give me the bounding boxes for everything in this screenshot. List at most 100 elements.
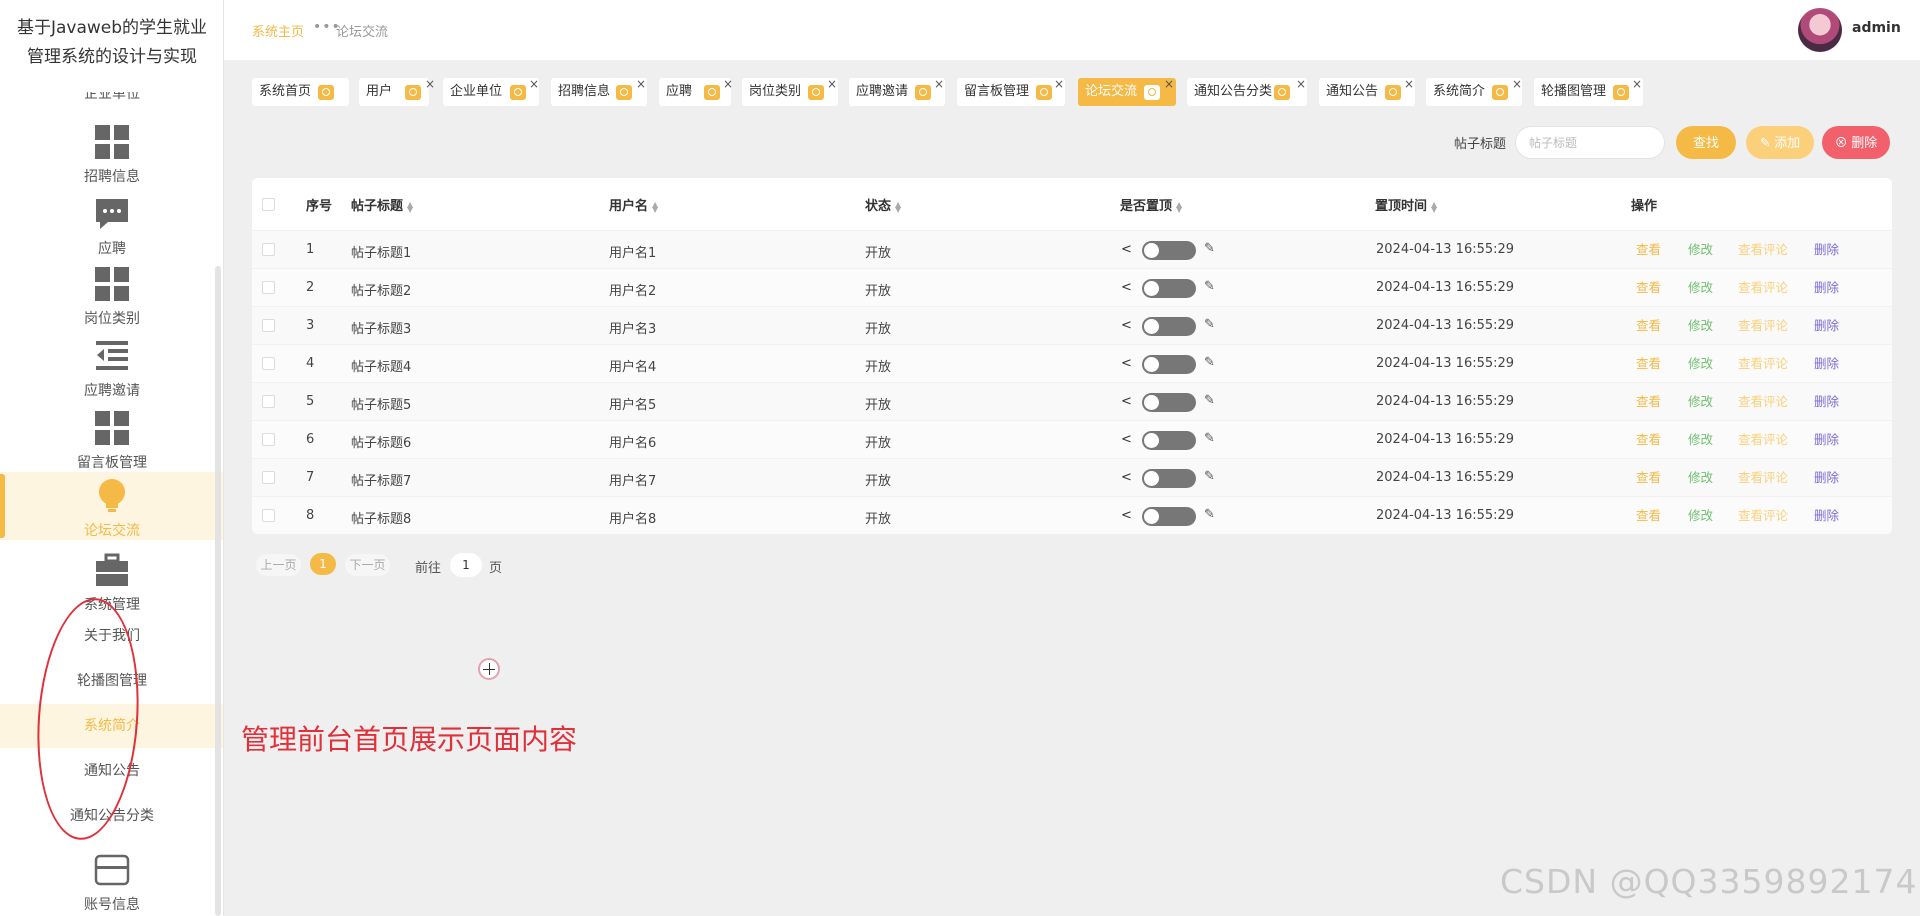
tab-close-icon[interactable]: × [934, 70, 944, 98]
tab-close-icon[interactable]: × [1512, 70, 1522, 98]
share-icon[interactable]: < [1121, 508, 1132, 523]
tab-refresh-icon[interactable] [1613, 85, 1629, 100]
pinned-toggle[interactable] [1142, 355, 1196, 374]
column-header-status[interactable]: 状态 ▲ ▼ [865, 195, 901, 214]
sidebar-item-apply[interactable]: 应聘 [0, 196, 223, 257]
sort-icon[interactable]: ▲ ▼ [1431, 200, 1437, 213]
avatar[interactable] [1798, 8, 1842, 52]
sidebar-item-invitation[interactable]: 应聘邀请 [0, 338, 223, 399]
edit-link[interactable]: 修改 [1688, 429, 1713, 448]
edit-link[interactable]: 修改 [1688, 505, 1713, 524]
tab-close-icon[interactable]: × [1054, 70, 1064, 98]
view-comments-link[interactable]: 查看评论 [1738, 277, 1788, 296]
sidebar-item-recruit-info[interactable]: 招聘信息 [0, 124, 223, 185]
share-icon[interactable]: < [1121, 394, 1132, 409]
tab-carousel[interactable]: 轮播图管理 × [1534, 77, 1643, 106]
row-checkbox[interactable] [262, 319, 275, 332]
edit-pen-icon[interactable]: ✎ [1204, 469, 1215, 484]
column-header-pinned[interactable]: 是否置顶 ▲ ▼ [1120, 195, 1182, 214]
sidebar-item-account[interactable]: 账号信息 [0, 852, 223, 916]
share-icon[interactable]: < [1121, 242, 1132, 257]
edit-link[interactable]: 修改 [1688, 353, 1713, 372]
pinned-toggle[interactable] [1142, 317, 1196, 336]
tab-close-icon[interactable]: × [636, 70, 646, 98]
tab-close-icon[interactable]: × [1404, 70, 1414, 98]
sidebar-scrollbar[interactable] [215, 266, 221, 916]
tab-close-icon[interactable]: × [1296, 70, 1306, 98]
sort-icon[interactable]: ▲ ▼ [407, 200, 413, 213]
username[interactable]: admin [1852, 20, 1901, 36]
column-header-title[interactable]: 帖子标题 ▲ ▼ [351, 195, 413, 214]
tab-refresh-icon[interactable] [1274, 85, 1290, 100]
tab-refresh-icon[interactable] [1385, 85, 1401, 100]
tab-refresh-icon[interactable] [318, 85, 334, 100]
view-comments-link[interactable]: 查看评论 [1738, 353, 1788, 372]
edit-link[interactable]: 修改 [1688, 315, 1713, 334]
search-input[interactable] [1515, 126, 1665, 159]
tab-refresh-icon[interactable] [405, 85, 421, 100]
page-number-current[interactable]: 1 [310, 553, 336, 575]
tab-recruit-info[interactable]: 招聘信息 × [551, 77, 647, 106]
edit-pen-icon[interactable]: ✎ [1204, 431, 1215, 446]
tab-apply[interactable]: 应聘 × [659, 77, 733, 106]
tab-close-icon[interactable]: × [723, 70, 733, 98]
edit-link[interactable]: 修改 [1688, 467, 1713, 486]
tab-close-icon[interactable]: × [1632, 70, 1642, 98]
sidebar-item-system[interactable]: 系统管理 [0, 552, 223, 613]
search-button[interactable]: 查找 [1676, 126, 1736, 159]
edit-pen-icon[interactable]: ✎ [1204, 241, 1215, 256]
view-comments-link[interactable]: 查看评论 [1738, 429, 1788, 448]
breadcrumb-home[interactable]: 系统主页 [252, 21, 304, 40]
tab-refresh-icon[interactable] [1036, 85, 1052, 100]
row-checkbox[interactable] [262, 395, 275, 408]
view-link[interactable]: 查看 [1636, 391, 1661, 410]
tab-message-board[interactable]: 留言板管理 × [957, 77, 1065, 106]
tab-system-home[interactable]: 系统首页 [252, 78, 349, 106]
tab-system-intro[interactable]: 系统简介 × [1426, 77, 1522, 106]
share-icon[interactable]: < [1121, 356, 1132, 371]
view-link[interactable]: 查看 [1636, 315, 1661, 334]
delete-link[interactable]: 删除 [1814, 277, 1839, 296]
row-checkbox[interactable] [262, 243, 275, 256]
tab-refresh-icon[interactable] [1144, 85, 1160, 100]
view-comments-link[interactable]: 查看评论 [1738, 391, 1788, 410]
tab-refresh-icon[interactable] [1492, 85, 1508, 100]
edit-pen-icon[interactable]: ✎ [1204, 507, 1215, 522]
view-link[interactable]: 查看 [1636, 429, 1661, 448]
sort-icon[interactable]: ▲ ▼ [652, 200, 658, 213]
prev-page-button[interactable]: 上一页 [256, 554, 301, 576]
column-header-username[interactable]: 用户名 ▲ ▼ [609, 195, 658, 214]
view-link[interactable]: 查看 [1636, 505, 1661, 524]
tab-job-category[interactable]: 岗位类别 × [742, 77, 838, 106]
delete-link[interactable]: 删除 [1814, 467, 1839, 486]
pinned-toggle[interactable] [1142, 393, 1196, 412]
share-icon[interactable]: < [1121, 280, 1132, 295]
view-comments-link[interactable]: 查看评论 [1738, 467, 1788, 486]
delete-button[interactable]: ⊗ 删除 [1822, 126, 1890, 159]
row-checkbox[interactable] [262, 471, 275, 484]
view-comments-link[interactable]: 查看评论 [1738, 505, 1788, 524]
sidebar-item-job-category[interactable]: 岗位类别 [0, 266, 223, 327]
edit-link[interactable]: 修改 [1688, 239, 1713, 258]
delete-link[interactable]: 删除 [1814, 353, 1839, 372]
pinned-toggle[interactable] [1142, 469, 1196, 488]
share-icon[interactable]: < [1121, 432, 1132, 447]
edit-pen-icon[interactable]: ✎ [1204, 355, 1215, 370]
row-checkbox[interactable] [262, 509, 275, 522]
tab-close-icon[interactable]: × [425, 70, 435, 98]
pinned-toggle[interactable] [1142, 279, 1196, 298]
tab-close-icon[interactable]: × [827, 70, 837, 98]
delete-link[interactable]: 删除 [1814, 429, 1839, 448]
tab-refresh-icon[interactable] [915, 85, 931, 100]
tab-user[interactable]: 用户 × [359, 77, 435, 106]
view-comments-link[interactable]: 查看评论 [1738, 239, 1788, 258]
pinned-toggle[interactable] [1142, 241, 1196, 260]
edit-link[interactable]: 修改 [1688, 277, 1713, 296]
tab-invitation[interactable]: 应聘邀请 × [849, 77, 945, 106]
edit-pen-icon[interactable]: ✎ [1204, 317, 1215, 332]
goto-page-input[interactable]: 1 [450, 553, 482, 577]
tab-refresh-icon[interactable] [510, 85, 526, 100]
share-icon[interactable]: < [1121, 470, 1132, 485]
select-all-checkbox[interactable] [262, 198, 275, 211]
tab-notice-category[interactable]: 通知公告分类 × [1187, 77, 1307, 106]
